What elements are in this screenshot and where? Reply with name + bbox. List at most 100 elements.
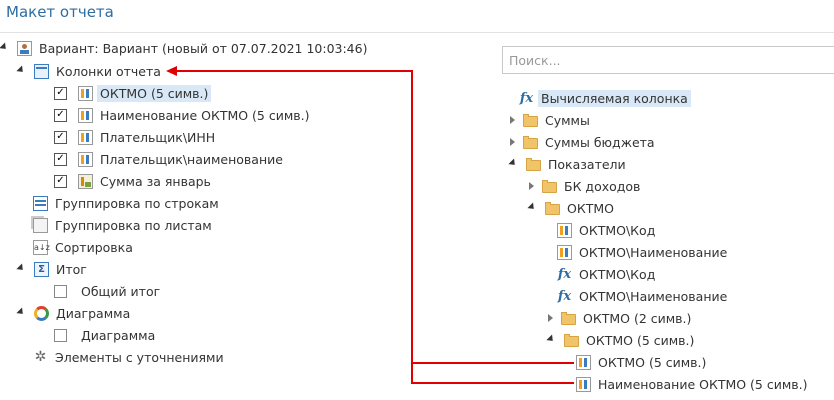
user-variant-icon	[17, 40, 32, 56]
column-item[interactable]: ✓ Сумма за январь	[54, 170, 211, 192]
folder-open-icon	[545, 201, 560, 215]
tree-node-columns[interactable]: Колонки отчета	[16, 60, 161, 82]
field-label: ОКТМО (5 симв.)	[598, 354, 707, 370]
field-folder-oktmo-2[interactable]: ОКТМО (2 симв.)	[546, 307, 691, 329]
column-icon	[576, 376, 591, 392]
field-label: ОКТМО\Наименование	[579, 244, 728, 260]
field-label: ОКТМО\Наименование	[579, 288, 728, 304]
collapse-icon[interactable]	[548, 314, 553, 322]
field-label: БК доходов	[564, 178, 641, 194]
column-checkbox[interactable]: ✓	[54, 86, 67, 100]
group-sheets-label: Группировка по листам	[55, 217, 212, 233]
column-checkbox[interactable]: ✓	[54, 152, 67, 166]
field-label: Вычисляемая колонка	[538, 89, 691, 107]
tree-node-refined[interactable]: ✲ Элементы с уточнениями	[33, 346, 224, 368]
donut-chart-icon	[34, 305, 49, 321]
column-icon	[557, 244, 572, 260]
title-divider	[0, 32, 834, 33]
expand-icon[interactable]	[16, 64, 26, 75]
field-folder-oktmo-5[interactable]: ОКТМО (5 симв.)	[546, 329, 695, 351]
arrow-line	[411, 70, 413, 384]
column-checkbox[interactable]: ✓	[54, 130, 67, 144]
column-label: Плательщик\ИНН	[100, 129, 216, 145]
collapse-icon[interactable]	[510, 138, 515, 146]
puzzle-icon: ✲	[34, 348, 47, 365]
field-item[interactable]: Наименование ОКТМО (5 симв.)	[576, 373, 808, 395]
function-icon: fx	[557, 266, 572, 282]
chart-checkbox[interactable]	[54, 328, 67, 342]
folder-open-icon	[564, 333, 579, 347]
search-input[interactable]	[502, 46, 834, 74]
field-item[interactable]: fx ОКТМО\Код	[557, 263, 656, 285]
folder-icon	[523, 135, 538, 149]
chart-item-label: Диаграмма	[81, 327, 156, 343]
total-label: Итог	[56, 261, 87, 277]
column-icon	[557, 222, 572, 238]
column-checkbox[interactable]: ✓	[54, 108, 67, 122]
field-folder-bk-income[interactable]: БК доходов	[527, 175, 640, 197]
field-label: ОКТМО (5 симв.)	[586, 332, 695, 348]
collapse-icon[interactable]	[510, 116, 515, 124]
field-folder-budget-sums[interactable]: Суммы бюджета	[508, 131, 655, 153]
chart-label: Диаграмма	[56, 305, 131, 321]
column-label: Плательщик\наименование	[100, 151, 283, 167]
total-item[interactable]: Общий итог	[54, 280, 160, 302]
expand-icon[interactable]	[527, 201, 537, 212]
field-item[interactable]: ОКТМО\Код	[557, 219, 655, 241]
tree-node-chart[interactable]: Диаграмма	[16, 302, 131, 324]
table-columns-icon	[34, 63, 49, 79]
arrow-line	[411, 362, 574, 364]
column-checkbox[interactable]: ✓	[54, 174, 67, 188]
expand-icon[interactable]	[16, 306, 26, 317]
group-rows-label: Группировка по строкам	[55, 195, 219, 211]
column-icon	[78, 129, 93, 145]
field-label: ОКТМО\Код	[579, 222, 656, 238]
tree-node-total[interactable]: Σ Итог	[16, 258, 87, 280]
function-icon: fx	[557, 288, 572, 304]
field-computed[interactable]: fx Вычисляемая колонка	[519, 87, 691, 109]
tree-node-sorting[interactable]: a↓z Сортировка	[33, 236, 133, 258]
arrow-line	[176, 70, 413, 72]
field-folder-oktmo[interactable]: ОКТМО	[527, 197, 614, 219]
folder-open-icon	[526, 157, 541, 171]
column-item[interactable]: ✓ Наименование ОКТМО (5 симв.)	[54, 104, 310, 126]
window-title: Макет отчета	[6, 3, 114, 21]
tree-node-group-rows[interactable]: Группировка по строкам	[33, 192, 219, 214]
total-checkbox[interactable]	[54, 284, 67, 298]
field-label: ОКТМО (2 симв.)	[583, 310, 692, 326]
expand-icon[interactable]	[546, 333, 556, 344]
field-folder-sums[interactable]: Суммы	[508, 109, 590, 131]
arrow-line	[411, 382, 574, 384]
column-label: Сумма за январь	[100, 173, 211, 189]
function-icon: fx	[519, 90, 534, 106]
sum-column-icon	[78, 173, 93, 189]
tree-node-variant[interactable]: Вариант: Вариант (новый от 07.07.2021 10…	[0, 37, 367, 59]
field-item[interactable]: fx ОКТМО\Наименование	[557, 285, 728, 307]
column-item[interactable]: ✓ ОКТМО (5 симв.)	[54, 82, 212, 104]
column-item[interactable]: ✓ Плательщик\наименование	[54, 148, 283, 170]
column-icon	[78, 151, 93, 167]
column-icon	[78, 85, 93, 101]
variant-label: Вариант: Вариант (новый от 07.07.2021 10…	[39, 40, 368, 56]
sorting-label: Сортировка	[55, 239, 133, 255]
column-icon	[78, 107, 93, 123]
field-label: ОКТМО\Код	[579, 266, 656, 282]
refined-label: Элементы с уточнениями	[55, 349, 224, 365]
field-label: Показатели	[548, 156, 626, 172]
column-icon	[576, 354, 591, 370]
chart-item[interactable]: Диаграмма	[54, 324, 155, 346]
sigma-icon: Σ	[34, 261, 49, 277]
expand-icon[interactable]	[508, 157, 518, 168]
folder-icon	[523, 113, 538, 127]
field-label: Наименование ОКТМО (5 симв.)	[598, 376, 808, 392]
expand-icon[interactable]	[16, 262, 26, 273]
field-folder-indicators[interactable]: Показатели	[508, 153, 626, 175]
column-label: Наименование ОКТМО (5 симв.)	[100, 107, 310, 123]
collapse-icon[interactable]	[529, 182, 534, 190]
expand-icon[interactable]	[0, 41, 9, 52]
field-item[interactable]: ОКТМО (5 симв.)	[576, 351, 706, 373]
column-item[interactable]: ✓ Плательщик\ИНН	[54, 126, 215, 148]
field-item[interactable]: ОКТМО\Наименование	[557, 241, 727, 263]
field-label: Суммы бюджета	[545, 134, 655, 150]
tree-node-group-sheets[interactable]: Группировка по листам	[33, 214, 212, 236]
